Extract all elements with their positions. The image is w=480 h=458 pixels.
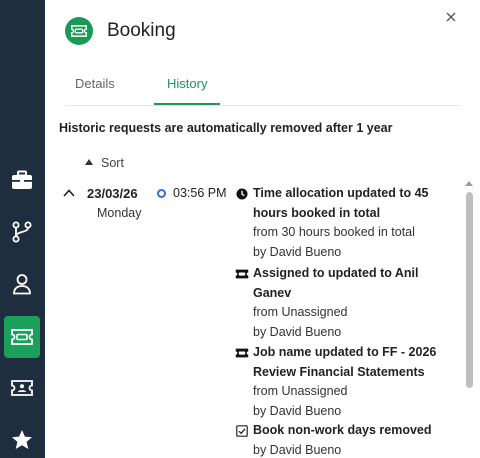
tab-details[interactable]: Details bbox=[75, 76, 115, 91]
person-icon bbox=[13, 274, 31, 295]
nav-rail bbox=[0, 0, 45, 458]
ticket-person-icon bbox=[11, 380, 33, 396]
entry-title-cont: Ganev bbox=[253, 285, 292, 300]
rail-branch[interactable] bbox=[4, 214, 40, 250]
checkbox-icon bbox=[235, 424, 249, 437]
history-date: 23/03/26 bbox=[87, 186, 138, 201]
scrollbar-thumb[interactable] bbox=[466, 192, 473, 388]
history-entry: Assigned to updated to Anil Ganev from U… bbox=[235, 264, 460, 342]
sort-label: Sort bbox=[101, 156, 124, 170]
tab-bar: Details History bbox=[65, 62, 461, 106]
history-entry: Time allocation updated to 45 hours book… bbox=[235, 184, 460, 262]
entry-by: by David Bueno bbox=[253, 324, 342, 339]
active-tab-underline bbox=[154, 103, 220, 105]
entry-from: from Unassigned bbox=[253, 384, 348, 398]
entry-from: from Unassigned bbox=[253, 305, 348, 319]
time-marker-icon bbox=[157, 189, 166, 198]
scroll-up-icon[interactable] bbox=[465, 181, 473, 186]
ticket-icon bbox=[235, 346, 249, 359]
branch-icon bbox=[12, 221, 32, 243]
entry-title: Time allocation updated to 45 bbox=[253, 186, 429, 200]
entry-by: by David Bueno bbox=[253, 442, 342, 457]
history-entry: Book non-work days removed by David Buen… bbox=[235, 421, 460, 458]
entry-by: by David Bueno bbox=[253, 403, 342, 418]
booking-panel: Booking Details History Historic request… bbox=[45, 0, 480, 458]
briefcase-icon bbox=[12, 170, 32, 189]
entry-by: by David Bueno bbox=[253, 244, 342, 259]
ticket-icon bbox=[11, 329, 33, 345]
page-title: Booking bbox=[107, 20, 176, 41]
entry-title: Job name updated to FF - 2026 bbox=[253, 345, 437, 359]
sort-button[interactable]: Sort bbox=[85, 156, 124, 170]
history-time: 03:56 PM bbox=[173, 186, 227, 200]
ticket-icon bbox=[235, 267, 249, 280]
booking-header-icon bbox=[65, 17, 93, 45]
entry-title-cont: Review Financial Statements bbox=[253, 364, 425, 379]
clock-icon bbox=[235, 187, 249, 200]
rail-briefcase[interactable] bbox=[4, 162, 40, 198]
retention-notice: Historic requests are automatically remo… bbox=[59, 121, 393, 135]
sort-up-icon bbox=[85, 159, 93, 165]
ticket-icon bbox=[71, 25, 87, 37]
rail-star[interactable] bbox=[4, 422, 40, 458]
entry-title: Book non-work days removed bbox=[253, 423, 432, 437]
history-entry: Job name updated to FF - 2026 Review Fin… bbox=[235, 343, 460, 421]
entry-from: from 30 hours booked in total bbox=[253, 225, 415, 239]
rail-booking[interactable] bbox=[4, 316, 40, 358]
entry-title-cont: hours booked in total bbox=[253, 205, 381, 220]
rail-ticket-person[interactable] bbox=[4, 370, 40, 406]
chevron-up-icon[interactable] bbox=[62, 187, 76, 199]
entry-title: Assigned to updated to Anil bbox=[253, 266, 419, 280]
star-icon bbox=[12, 430, 32, 449]
rail-person[interactable] bbox=[4, 266, 40, 302]
tab-history[interactable]: History bbox=[167, 76, 207, 91]
close-button[interactable] bbox=[442, 8, 460, 26]
history-weekday: Monday bbox=[97, 206, 142, 220]
close-icon bbox=[446, 12, 456, 22]
